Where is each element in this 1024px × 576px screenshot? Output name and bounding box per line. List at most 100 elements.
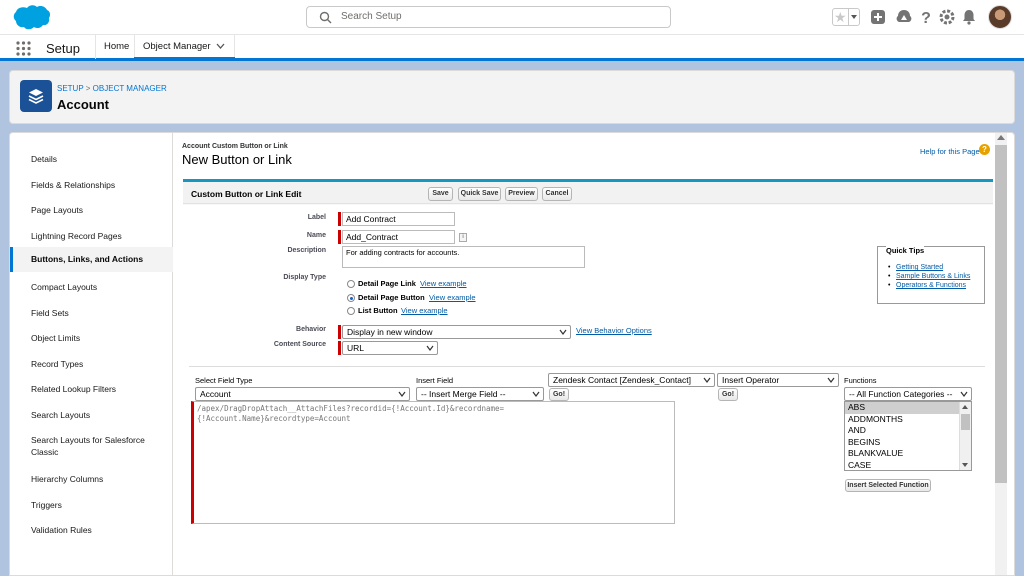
breadcrumb-separator: > xyxy=(85,84,91,93)
search-placeholder: Search Setup xyxy=(341,11,402,22)
active-tab-indicator xyxy=(134,57,235,60)
radio-detail-page-link[interactable] xyxy=(347,280,355,288)
sidebar-item-field-sets[interactable]: Field Sets xyxy=(10,307,173,319)
global-header: Search Setup ★ ? xyxy=(0,0,1024,34)
view-example-link[interactable]: View example xyxy=(420,279,467,288)
required-indicator xyxy=(338,341,341,355)
save-button[interactable]: Save xyxy=(428,187,453,201)
sidebar-item-object-limits[interactable]: Object Limits xyxy=(10,332,173,344)
chevron-down-icon xyxy=(960,391,968,397)
required-indicator xyxy=(338,212,341,226)
behavior-select[interactable]: Display in new window xyxy=(342,325,571,339)
insert-operator-select[interactable]: Insert Operator xyxy=(717,373,839,387)
function-option[interactable]: ABS xyxy=(845,402,971,414)
function-categories-value: -- All Function Categories -- xyxy=(849,389,953,399)
sidebar-item-lightning-record-pages[interactable]: Lightning Record Pages xyxy=(10,230,173,242)
insert-merge-field-select[interactable]: -- Insert Merge Field -- xyxy=(416,387,544,401)
select-field-type-label: Select Field Type xyxy=(195,376,253,385)
chevron-down-icon[interactable] xyxy=(216,43,225,50)
go-button-field[interactable]: Go! xyxy=(549,388,569,401)
sidebar-item-details[interactable]: Details xyxy=(10,153,173,165)
name-input[interactable]: Add_Contract xyxy=(342,230,455,244)
formula-editor[interactable]: /apex/DragDropAttach__AttachFiles?record… xyxy=(191,401,675,524)
sidebar-item-related-lookup-filters[interactable]: Related Lookup Filters xyxy=(10,383,173,395)
gear-icon[interactable] xyxy=(938,8,956,26)
function-option[interactable]: BLANKVALUE xyxy=(845,448,971,460)
search-icon xyxy=(319,11,332,24)
sidebar-item-search-layouts-classic[interactable]: Search Layouts for Salesforce Classic xyxy=(10,434,150,458)
chevron-down-icon xyxy=(398,391,406,397)
scroll-up-arrow-icon[interactable] xyxy=(997,135,1005,140)
preview-button[interactable]: Preview xyxy=(505,187,538,201)
favorites-button[interactable]: ★ xyxy=(832,8,860,26)
functions-listbox[interactable]: ABS ADDMONTHS AND BEGINS BLANKVALUE CASE xyxy=(844,401,972,471)
add-icon[interactable] xyxy=(869,8,887,26)
help-page-icon[interactable]: ? xyxy=(979,144,990,155)
page-scroll-thumb[interactable] xyxy=(995,145,1007,483)
formula-line-2: {!Account.Name}&recordtype=Account xyxy=(197,414,351,423)
insert-operator-value: Insert Operator xyxy=(722,375,780,385)
trailhead-icon[interactable] xyxy=(895,8,913,26)
description-textarea[interactable]: For adding contracts for accounts. xyxy=(342,246,585,268)
function-option[interactable]: BEGINS xyxy=(845,437,971,449)
cancel-button[interactable]: Cancel xyxy=(542,187,572,201)
sidebar-item-fields-relationships[interactable]: Fields & Relationships xyxy=(10,179,173,191)
sidebar-item-record-types[interactable]: Record Types xyxy=(10,358,173,370)
content-source-select-value: URL xyxy=(347,343,365,353)
scroll-up-arrow-icon[interactable] xyxy=(962,405,968,409)
chevron-down-icon xyxy=(426,345,434,351)
page-supertitle: Account Custom Button or Link xyxy=(182,143,288,150)
sidebar-item-validation-rules[interactable]: Validation Rules xyxy=(10,524,173,536)
form-header: Custom Button or Link Edit Save Quick Sa… xyxy=(183,182,993,204)
bell-icon[interactable] xyxy=(960,8,978,26)
field-type-select[interactable]: Account xyxy=(195,387,410,401)
tab-object-manager-label: Object Manager xyxy=(143,41,211,52)
sidebar-item-compact-layouts[interactable]: Compact Layouts xyxy=(10,281,173,293)
scroll-down-arrow-icon[interactable] xyxy=(962,463,968,467)
help-icon[interactable]: ? xyxy=(917,8,935,26)
listbox-scrollbar[interactable] xyxy=(959,402,971,470)
breadcrumb-setup[interactable]: SETUP xyxy=(57,84,84,93)
tip-sample-buttons-links-link[interactable]: Sample Buttons & Links xyxy=(888,273,970,280)
info-icon[interactable]: i xyxy=(459,233,467,242)
function-option[interactable]: CASE xyxy=(845,460,971,471)
function-option[interactable]: AND xyxy=(845,425,971,437)
tab-home[interactable]: Home xyxy=(95,35,134,59)
chevron-down-icon xyxy=(851,15,857,19)
favorites-dropdown[interactable] xyxy=(848,9,859,25)
sidebar-item-search-layouts[interactable]: Search Layouts xyxy=(10,409,173,421)
search-input[interactable]: Search Setup xyxy=(306,6,671,28)
help-link[interactable]: Help for this Page xyxy=(920,147,980,156)
tip-operators-functions-link[interactable]: Operators & Functions xyxy=(888,282,966,289)
zendesk-contact-select[interactable]: Zendesk Contact [Zendesk_Contact] xyxy=(548,373,715,387)
content-source-select[interactable]: URL xyxy=(342,341,438,355)
avatar[interactable] xyxy=(988,5,1012,29)
app-launcher-icon[interactable] xyxy=(16,41,31,56)
breadcrumb-object-manager[interactable]: OBJECT MANAGER xyxy=(93,84,167,93)
object-icon xyxy=(20,80,52,112)
label-input[interactable]: Add Contract xyxy=(342,212,455,226)
salesforce-logo[interactable] xyxy=(11,4,51,31)
breadcrumb: SETUP > OBJECT MANAGER xyxy=(57,84,167,93)
chevron-down-icon xyxy=(827,377,835,383)
sidebar-item-hierarchy-columns[interactable]: Hierarchy Columns xyxy=(10,473,173,485)
sidebar-item-buttons-links-actions[interactable]: Buttons, Links, and Actions xyxy=(10,247,173,272)
object-sidebar: Details Fields & Relationships Page Layo… xyxy=(10,133,173,575)
tab-object-manager[interactable]: Object Manager xyxy=(134,35,235,59)
label-field-label: Label xyxy=(307,214,326,221)
go-button-operator[interactable]: Go! xyxy=(718,388,738,401)
insert-selected-function-button[interactable]: Insert Selected Function xyxy=(845,479,931,492)
scroll-thumb[interactable] xyxy=(961,414,970,430)
behavior-field-label: Behavior xyxy=(296,326,326,333)
quick-save-button[interactable]: Quick Save xyxy=(458,187,501,201)
radio-list-button[interactable] xyxy=(347,307,355,315)
view-example-link[interactable]: View example xyxy=(401,306,448,315)
radio-detail-page-button[interactable] xyxy=(347,294,355,302)
sidebar-item-page-layouts[interactable]: Page Layouts xyxy=(10,204,173,216)
tip-getting-started-link[interactable]: Getting Started xyxy=(888,264,943,271)
view-behavior-options-link[interactable]: View Behavior Options xyxy=(576,326,652,335)
view-example-link[interactable]: View example xyxy=(429,293,476,302)
sidebar-item-triggers[interactable]: Triggers xyxy=(10,499,173,511)
function-categories-select[interactable]: -- All Function Categories -- xyxy=(844,387,972,401)
function-option[interactable]: ADDMONTHS xyxy=(845,414,971,426)
